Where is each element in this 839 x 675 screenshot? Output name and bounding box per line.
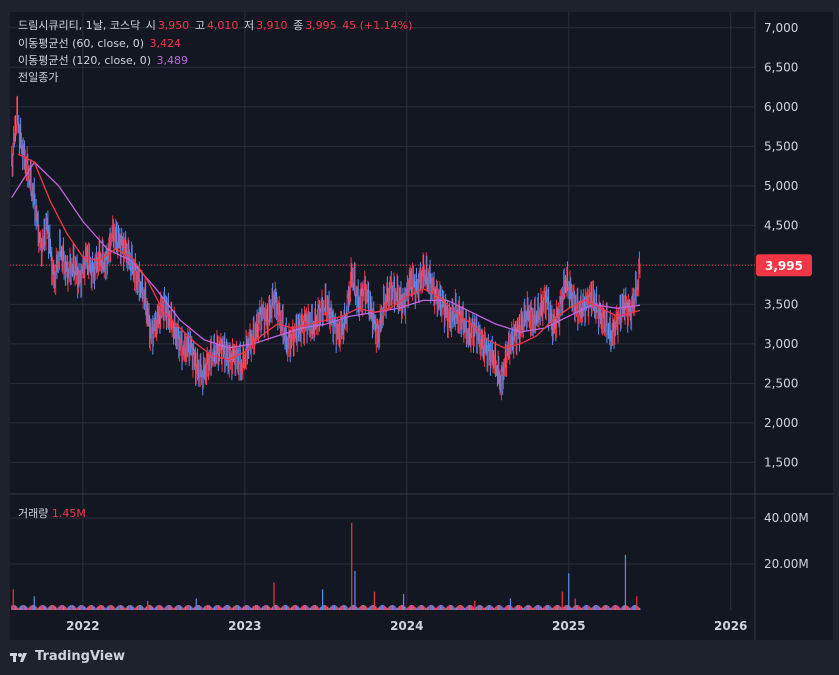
volume-tick-label: 20.00M: [764, 557, 809, 571]
price-tick-label: 4,500: [764, 218, 798, 232]
ma120-value: 3,489: [156, 54, 189, 67]
price-tick-label: 6,500: [764, 60, 798, 74]
low-value: 3,910: [256, 19, 288, 32]
high-label: 고: [194, 19, 205, 32]
price-tick-label: 2,500: [764, 376, 798, 390]
ma120-legend[interactable]: 이동평균선 (120, close, 0) 3,489: [18, 54, 190, 68]
tradingview-logo[interactable]: TradingView: [10, 649, 125, 664]
volume-value: 1.45M: [51, 507, 86, 520]
ma60-value: 3,424: [149, 37, 182, 50]
price-tick-label: 3,500: [764, 297, 798, 311]
chart-canvas[interactable]: 7,0006,5006,0005,5005,0004,5004,0003,500…: [0, 0, 839, 675]
volume-label: 거래량: [18, 507, 49, 520]
ma120-label: 이동평균선 (120, close, 0): [18, 54, 151, 67]
price-tick-label: 3,000: [764, 337, 798, 351]
last-price-tag-label: 3,995: [765, 259, 803, 273]
price-tick-label: 2,000: [764, 416, 798, 430]
close-value: 3,995: [305, 19, 337, 32]
volume-tick-label: 40.00M: [764, 511, 809, 525]
low-label: 저: [243, 19, 255, 32]
time-tick-label: 2022: [66, 619, 99, 633]
volume-legend[interactable]: 거래량 1.45M: [18, 505, 86, 521]
time-tick-label: 2025: [552, 619, 585, 633]
open-value: 3,950: [157, 19, 190, 32]
symbol-name[interactable]: 드림시큐리티, 1날, 코스닥: [18, 19, 140, 32]
price-tick-label: 5,000: [764, 179, 798, 193]
price-tick-label: 5,500: [764, 139, 798, 153]
time-tick-label: 2023: [228, 619, 261, 633]
prev-close-label: 전일종가: [18, 71, 59, 84]
price-tick-label: 6,000: [764, 100, 798, 114]
high-value: 4,010: [206, 19, 239, 32]
prev-close-legend[interactable]: 전일종가: [18, 71, 60, 85]
tradingview-icon: [10, 652, 27, 662]
ma60-legend[interactable]: 이동평균선 (60, close, 0) 3,424: [18, 37, 183, 51]
change-value: 45 (+1.14%): [342, 19, 413, 32]
open-label: 시: [145, 19, 156, 32]
close-label: 종: [293, 19, 304, 32]
symbol-legend: 드림시큐리티, 1날, 코스닥 시 3,950 고 4,010 저 3,910 종 3,…: [18, 19, 414, 33]
price-tick-label: 7,000: [764, 21, 798, 35]
ma60-label: 이동평균선 (60, close, 0): [18, 37, 144, 50]
chart-window: 7,0006,5006,0005,5005,0004,5004,0003,500…: [0, 0, 839, 675]
brand-text: TradingView: [35, 649, 126, 664]
time-tick-label: 2024: [390, 619, 423, 633]
time-tick-label: 2026: [714, 619, 747, 633]
price-tick-label: 1,500: [764, 455, 798, 469]
